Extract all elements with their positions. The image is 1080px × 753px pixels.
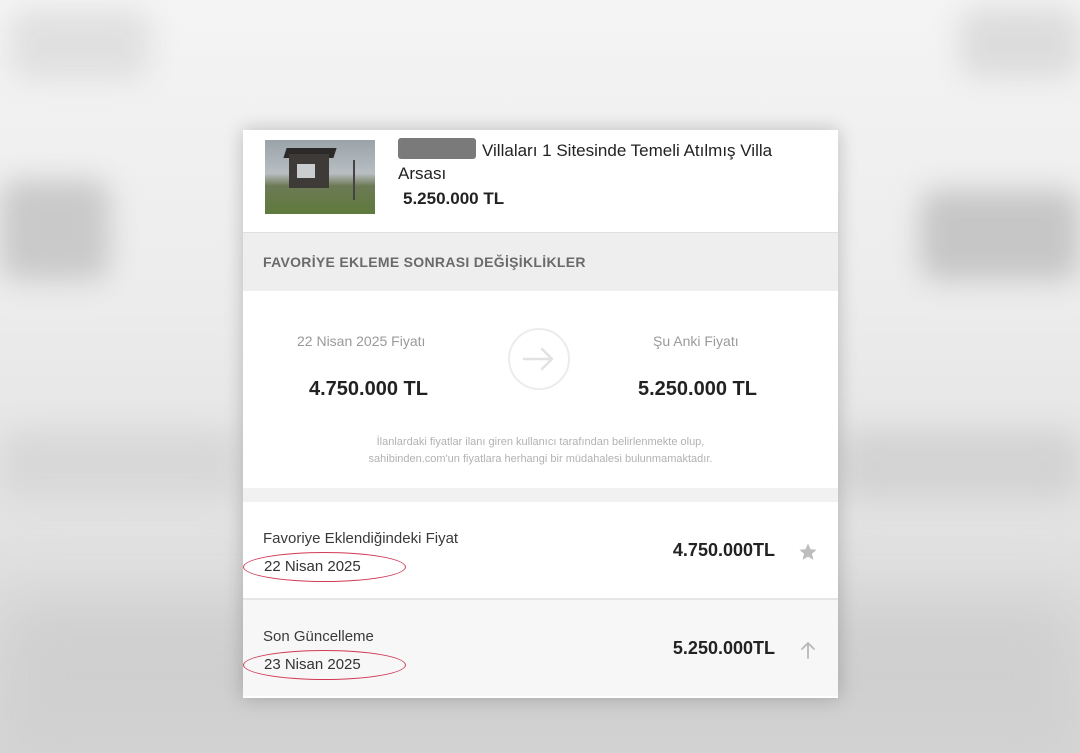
price-disclaimer: İlanlardaki fiyatlar ilanı giren kullanı…: [368, 436, 713, 465]
background-blur: [0, 180, 110, 280]
background-blur: [920, 190, 1080, 280]
background-blur: [960, 8, 1080, 78]
listing-title[interactable]: Villaları 1 Sitesinde Temeli Atılmış Vil…: [398, 141, 772, 183]
section-title: FAVORİYE EKLEME SONRASI DEĞİŞİKLİKLER: [263, 254, 586, 270]
current-price-label: Şu Anki Fiyatı: [653, 333, 739, 349]
star-icon[interactable]: [798, 542, 818, 562]
row-price: 5.250.000TL: [672, 638, 775, 658]
arrow-up-icon: [801, 642, 815, 659]
row-price: 4.750.000TL: [672, 540, 775, 560]
price-history-row[interactable]: Son Güncelleme 23 Nisan 2025 5.250.000TL: [243, 600, 838, 696]
listing-thumbnail[interactable]: [265, 140, 375, 214]
listing-summary[interactable]: Villaları 1 Sitesinde Temeli Atılmış Vil…: [243, 130, 838, 230]
current-price-value: 5.250.000 TL: [638, 378, 757, 400]
price-comparison: 22 Nisan 2025 Fiyatı 4.750.000 TL Şu Ank…: [243, 290, 838, 488]
background-blur: [840, 430, 1080, 500]
section-header: FAVORİYE EKLEME SONRASI DEĞİŞİKLİKLER: [243, 232, 838, 291]
price-change-card: Villaları 1 Sitesinde Temeli Atılmış Vil…: [243, 130, 838, 698]
background-blur: [10, 10, 150, 80]
divider: [243, 488, 838, 502]
listing-price: 5.250.000 TL: [403, 189, 505, 208]
row-label: Favoriye Eklendiğindeki Fiyat: [263, 530, 459, 547]
old-price-label: 22 Nisan 2025 Fiyatı: [297, 333, 426, 349]
background-blur: [0, 430, 240, 500]
old-price-value: 4.750.000 TL: [309, 378, 428, 400]
row-label: Son Güncelleme: [263, 628, 374, 645]
price-history-row[interactable]: Favoriye Eklendiğindeki Fiyat 22 Nisan 2…: [243, 502, 838, 600]
row-date: 22 Nisan 2025: [264, 558, 361, 575]
listing-title-row[interactable]: Villaları 1 Sitesinde Temeli Atılmış Vil…: [398, 139, 818, 185]
arrow-right-icon: [508, 328, 570, 390]
row-date: 23 Nisan 2025: [264, 656, 361, 673]
